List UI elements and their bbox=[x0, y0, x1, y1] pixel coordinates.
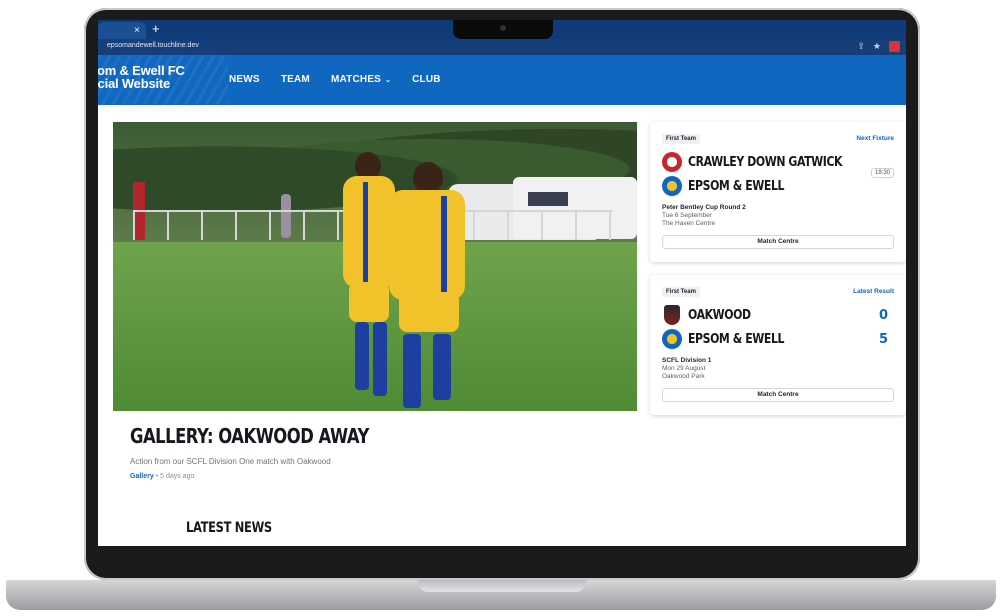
team-badge: First Team bbox=[662, 287, 700, 297]
article-subtitle: Action from our SCFL Division One match … bbox=[130, 457, 331, 466]
player-2-sock-2 bbox=[433, 334, 451, 400]
camera-icon bbox=[500, 25, 506, 31]
bookmark-star-icon[interactable]: ★ bbox=[873, 41, 881, 52]
url-text[interactable]: epsomandewell.touchline.dev bbox=[107, 42, 199, 49]
player-2-shirt-stripe bbox=[441, 196, 447, 296]
nav-matches-label: MATCHES bbox=[330, 74, 382, 85]
meta-separator: • bbox=[155, 473, 159, 480]
oakwood-crest-icon bbox=[664, 305, 680, 325]
hero-image[interactable] bbox=[113, 122, 637, 411]
nav-matches[interactable]: MATCHES ⌄ bbox=[331, 74, 391, 85]
laptop-frame: × + epsomandewell.touchline.dev ⇪ ★ som … bbox=[0, 0, 1002, 616]
fixture-venue: The Haven Centre bbox=[662, 220, 716, 227]
team-badge: First Team bbox=[662, 134, 700, 144]
laptop-base-lip bbox=[418, 580, 586, 592]
article-time-ago: 5 days ago bbox=[160, 473, 195, 480]
latest-result-card: First Team Latest Result OAKWOOD 0 EPSOM… bbox=[650, 275, 906, 415]
epsom-crest-icon bbox=[662, 329, 682, 349]
latest-news-heading: LATEST NEWS bbox=[186, 520, 272, 536]
latest-result-link[interactable]: Latest Result bbox=[853, 288, 894, 295]
home-team-row: OAKWOOD bbox=[662, 305, 763, 325]
fixture-date: Tue 6 September bbox=[662, 212, 712, 219]
result-venue: Oakwood Park bbox=[662, 373, 705, 380]
nav-news[interactable]: NEWS bbox=[229, 74, 260, 85]
player-1-sock bbox=[355, 322, 369, 390]
hero-van-logo bbox=[528, 192, 568, 206]
crawley-crest-icon bbox=[662, 152, 682, 172]
close-tab-icon[interactable]: × bbox=[134, 24, 140, 37]
share-icon[interactable]: ⇪ bbox=[857, 41, 865, 52]
extension-icon[interactable] bbox=[889, 41, 900, 52]
player-2-shirt bbox=[389, 190, 465, 300]
article-category[interactable]: Gallery bbox=[130, 473, 154, 480]
home-team-name: CRAWLEY DOWN GATWICK bbox=[688, 154, 843, 170]
player-1-shirt-stripe bbox=[363, 182, 368, 282]
next-fixture-link[interactable]: Next Fixture bbox=[856, 135, 894, 142]
nav-club[interactable]: CLUB bbox=[412, 74, 441, 85]
player-2-sock bbox=[403, 334, 421, 408]
competition-name: Peter Bentley Cup Round 2 bbox=[662, 204, 746, 211]
article-title[interactable]: GALLERY: OAKWOOD AWAY bbox=[130, 424, 369, 448]
home-team-name: OAKWOOD bbox=[688, 307, 751, 323]
competition-name: SCFL Division 1 bbox=[662, 357, 712, 364]
browser-tab[interactable]: × bbox=[98, 22, 146, 39]
next-fixture-card: First Team Next Fixture CRAWLEY DOWN GAT… bbox=[650, 122, 906, 262]
brand-line-2: ficial Website bbox=[98, 76, 171, 91]
away-score: 5 bbox=[878, 332, 888, 347]
nav-team[interactable]: TEAM bbox=[281, 74, 310, 85]
address-bar-icons: ⇪ ★ bbox=[857, 41, 900, 52]
match-centre-button[interactable]: Match Centre bbox=[662, 388, 894, 402]
article-meta: Gallery • 5 days ago bbox=[130, 473, 194, 480]
epsom-crest-icon bbox=[662, 176, 682, 196]
address-bar[interactable]: epsomandewell.touchline.dev ⇪ ★ bbox=[98, 39, 906, 55]
hero-player-2 bbox=[383, 162, 469, 411]
home-score: 0 bbox=[878, 308, 888, 323]
home-team-row: CRAWLEY DOWN GATWICK bbox=[662, 152, 871, 172]
screen: × + epsomandewell.touchline.dev ⇪ ★ som … bbox=[98, 20, 906, 546]
chevron-down-icon: ⌄ bbox=[385, 76, 392, 84]
away-team-name: EPSOM & EWELL bbox=[688, 178, 785, 194]
site-brand[interactable]: som & Ewell FC ficial Website bbox=[98, 64, 185, 90]
main-nav: NEWS TEAM MATCHES ⌄ CLUB bbox=[229, 74, 462, 85]
match-centre-button[interactable]: Match Centre bbox=[662, 235, 894, 249]
away-team-name: EPSOM & EWELL bbox=[688, 331, 785, 347]
site-header: som & Ewell FC ficial Website NEWS TEAM … bbox=[98, 55, 906, 105]
away-team-row: EPSOM & EWELL bbox=[662, 329, 802, 349]
player-2-shorts bbox=[399, 292, 459, 332]
result-date: Mon 29 August bbox=[662, 365, 706, 372]
kickoff-time: 19:30 bbox=[870, 168, 894, 178]
away-team-row: EPSOM & EWELL bbox=[662, 176, 802, 196]
new-tab-icon[interactable]: + bbox=[152, 21, 160, 36]
